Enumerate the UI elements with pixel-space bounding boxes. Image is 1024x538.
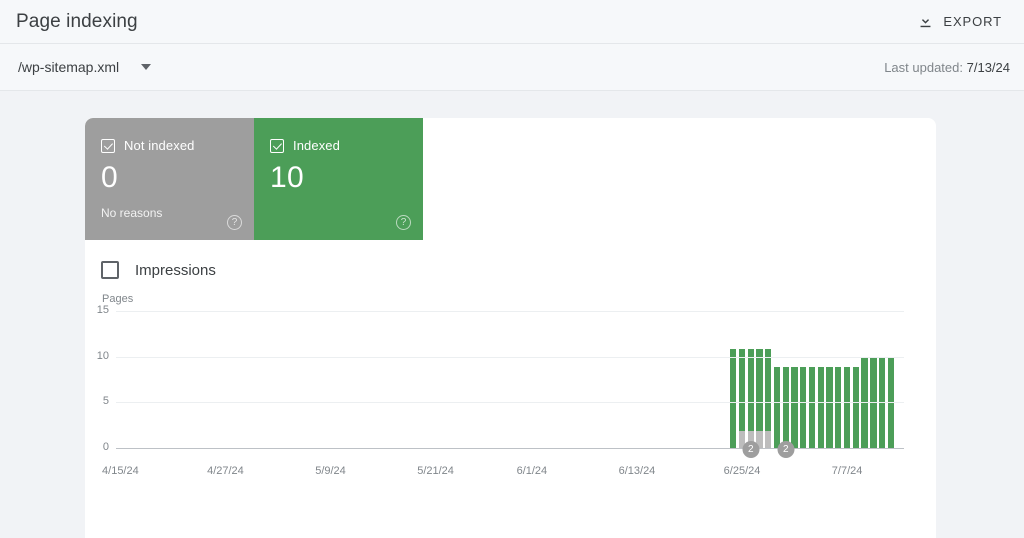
chart-bar[interactable] (817, 366, 824, 449)
chart-bars (116, 312, 904, 449)
chart-bar[interactable] (808, 366, 816, 449)
status-card-value: 0 (101, 161, 118, 194)
last-updated-value: 7/13/24 (966, 59, 1010, 75)
status-card-value: 10 (270, 161, 304, 194)
indexing-panel: Not indexed 0 No reasons ? Indexed 10 ? … (85, 118, 936, 538)
status-card-header: Indexed (270, 138, 407, 153)
chart-bar[interactable] (835, 366, 842, 449)
chart-bar[interactable] (826, 366, 833, 449)
status-card-indexed[interactable]: Indexed 10 ? (254, 118, 423, 240)
x-axis-tick-label: 5/21/24 (417, 465, 454, 477)
help-icon[interactable]: ? (227, 215, 242, 230)
help-icon[interactable]: ? (396, 215, 411, 230)
export-label: EXPORT (943, 14, 1002, 29)
gridline: 10 (97, 350, 904, 362)
gridline: 5 (103, 395, 904, 407)
y-axis-tick-label: 0 (102, 441, 109, 453)
checkbox-unchecked-icon[interactable] (101, 261, 119, 279)
status-card-label: Indexed (293, 138, 340, 153)
page-title: Page indexing (16, 10, 138, 32)
chart-bar[interactable] (756, 348, 763, 449)
sitemap-selector[interactable]: /wp-sitemap.xml (14, 56, 155, 78)
export-button[interactable]: EXPORT (911, 9, 1008, 34)
chart-bar[interactable] (843, 366, 851, 449)
chart-bar[interactable] (782, 366, 789, 449)
x-axis-tick-label: 4/15/24 (102, 465, 139, 477)
chart-plot-area: 0 5 10 15 (97, 304, 904, 453)
chart-bar[interactable] (852, 366, 859, 449)
status-card-subtext: No reasons (101, 206, 163, 220)
status-card-label: Not indexed (124, 138, 195, 153)
chart-bar[interactable] (730, 348, 737, 449)
chart-bar[interactable] (747, 348, 754, 449)
chart-bar[interactable] (791, 366, 798, 449)
impressions-label: Impressions (135, 261, 216, 279)
x-axis-tick-label: 6/1/24 (516, 465, 548, 477)
x-axis-tick-label: 4/27/24 (207, 465, 244, 477)
chart-bar[interactable] (738, 348, 746, 449)
chart-bar[interactable] (800, 366, 807, 449)
status-card-header: Not indexed (101, 138, 238, 153)
status-card-not-indexed[interactable]: Not indexed 0 No reasons ? (85, 118, 254, 240)
chart-bar[interactable] (765, 348, 772, 449)
chart-annotation-badge[interactable]: 2 (777, 441, 795, 458)
last-updated-label: Last updated: (884, 59, 963, 75)
y-axis-tick-label: 15 (96, 304, 109, 316)
chart-annotations: 22 (116, 441, 904, 463)
x-axis-tick-label: 5/9/24 (315, 465, 346, 477)
chart-annotation-badge[interactable]: 2 (742, 441, 760, 458)
sitemap-name: /wp-sitemap.xml (18, 59, 120, 75)
status-cards: Not indexed 0 No reasons ? Indexed 10 ? (85, 118, 936, 240)
x-axis-tick-label: 6/13/24 (618, 465, 656, 477)
download-icon (917, 13, 934, 30)
checkbox-checked-icon[interactable] (270, 138, 284, 153)
impressions-toggle[interactable]: Impressions (101, 261, 216, 279)
checkbox-checked-icon[interactable] (101, 138, 115, 153)
chart-bar[interactable] (773, 366, 781, 449)
x-axis-tick-label: 6/25/24 (723, 465, 761, 477)
last-updated: Last updated: 7/13/24 (884, 60, 1010, 75)
chevron-down-icon (141, 64, 152, 70)
y-axis-tick-label: 10 (96, 349, 109, 362)
y-axis-tick-label: 5 (102, 395, 109, 408)
gridline: 15 (97, 304, 904, 316)
x-axis-tick-label: 7/7/24 (831, 465, 863, 477)
page-header: Page indexing EXPORT (0, 0, 1024, 44)
x-axis-ticks: 4/15/24 4/27/24 5/9/24 5/21/24 6/1/24 6/13/24… (102, 465, 904, 485)
sub-header: /wp-sitemap.xml Last updated: 7/13/24 (0, 44, 1024, 91)
indexing-chart: Pages 0 5 10 15 22 4/15/24 4/27/24 5/9/24 5/21… (85, 293, 936, 523)
